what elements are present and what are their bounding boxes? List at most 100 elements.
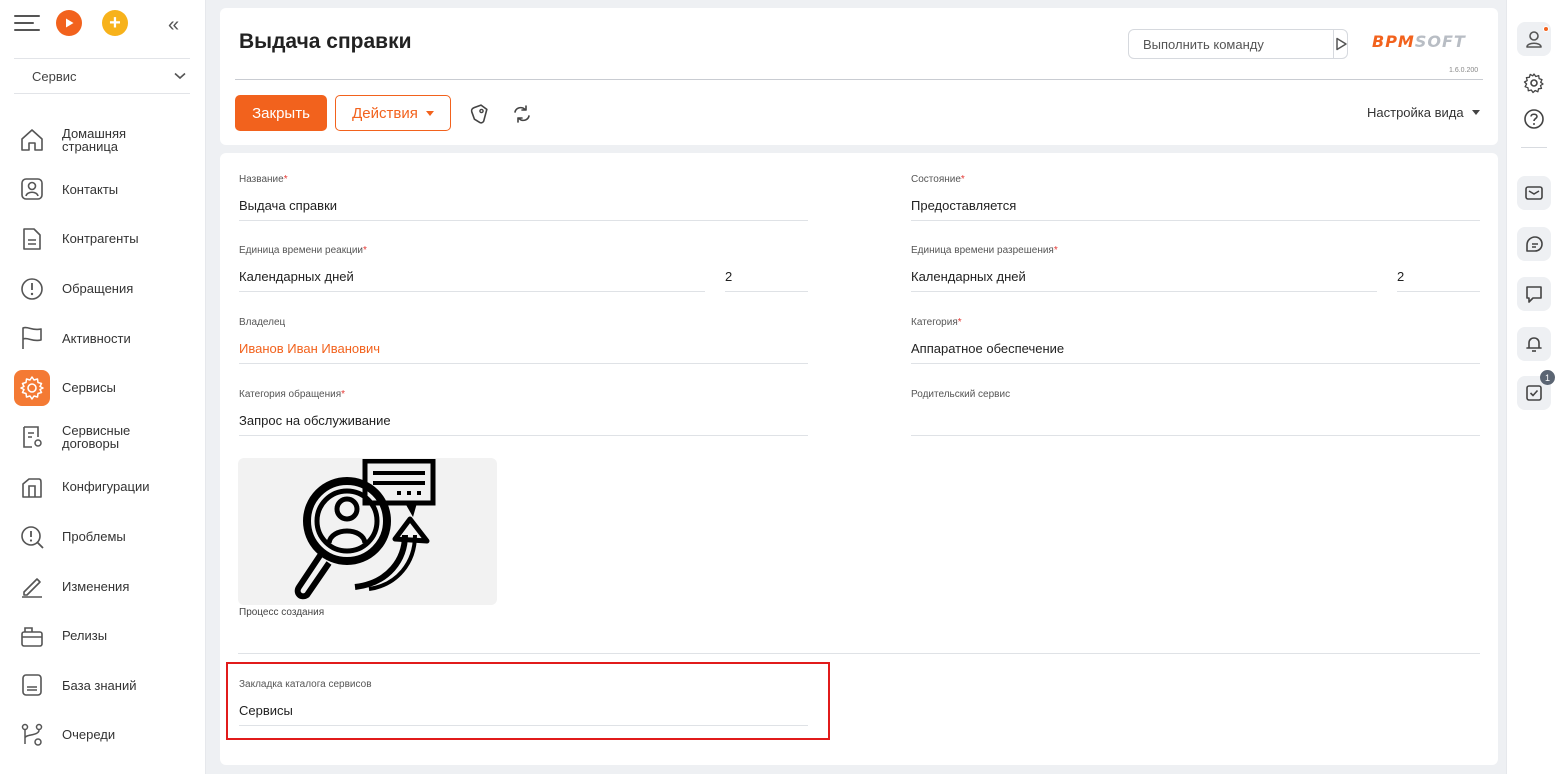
profile-button[interactable] xyxy=(1517,22,1551,56)
actions-button[interactable]: Действия xyxy=(335,95,451,131)
feed-button[interactable] xyxy=(1517,277,1551,311)
name-field: Название* Выдача справки xyxy=(239,174,808,221)
parent-service-field: Родительский сервис xyxy=(911,389,1480,436)
service-image[interactable] xyxy=(238,458,497,605)
sidebar-item-knowledge-base[interactable]: База знаний xyxy=(14,661,200,711)
resolution-unit-input[interactable]: Календарных дней xyxy=(911,262,1377,292)
sidebar-nav: Домашняя страница Контакты Контрагенты О… xyxy=(14,115,200,760)
sidebar-item-accounts[interactable]: Контрагенты xyxy=(14,214,200,264)
field-label: Закладка каталога сервисов xyxy=(239,679,372,690)
refresh-icon[interactable] xyxy=(511,103,533,125)
tasks-button[interactable]: 1 xyxy=(1517,370,1555,410)
sidebar-item-label: Очереди xyxy=(62,727,116,743)
sidebar-item-label: Обращения xyxy=(62,281,134,297)
sidebar-item-label: Конфигурации xyxy=(62,479,150,495)
sidebar-item-label: Сервисы xyxy=(62,380,116,396)
name-input[interactable]: Выдача справки xyxy=(239,191,808,221)
tasks-count-badge: 1 xyxy=(1540,370,1555,385)
command-input[interactable] xyxy=(1129,30,1333,58)
catalog-tab-field: Закладка каталога сервисов Сервисы xyxy=(239,679,808,726)
caret-down-icon xyxy=(425,110,434,116)
settings-button[interactable] xyxy=(1517,66,1551,100)
flag-icon xyxy=(14,320,50,356)
sidebar-item-service-contracts[interactable]: Сервисные договоры xyxy=(14,413,200,463)
exclamation-icon xyxy=(14,271,50,307)
bpmsoft-logo: BPM SOFT xyxy=(1372,32,1466,51)
bell-icon xyxy=(1526,337,1542,352)
sidebar-item-contacts[interactable]: Контакты xyxy=(14,165,200,215)
header-divider xyxy=(235,79,1483,80)
help-button[interactable] xyxy=(1517,102,1551,136)
field-label: Владелец xyxy=(239,317,286,328)
workspace-select[interactable]: Сервис xyxy=(14,58,190,94)
menu-icon[interactable] xyxy=(14,12,40,34)
problem-icon xyxy=(14,519,50,555)
category-field: Категория* Аппаратное обеспечение xyxy=(911,317,1480,364)
category-input[interactable]: Аппаратное обеспечение xyxy=(911,334,1480,364)
sidebar-item-problems[interactable]: Проблемы xyxy=(14,512,200,562)
close-button[interactable]: Закрыть xyxy=(235,95,327,131)
reaction-unit-input[interactable]: Календарных дней xyxy=(239,262,705,292)
sidebar-item-label: База знаний xyxy=(62,677,137,693)
gear-icon xyxy=(14,369,50,406)
case-category-field: Категория обращения* Запрос на обслужива… xyxy=(239,389,808,436)
chat-bubbles-icon xyxy=(1526,236,1543,252)
owner-link[interactable]: Иванов Иван Иванович xyxy=(239,334,808,364)
search-person-icon xyxy=(294,459,435,600)
sidebar-item-label: Активности xyxy=(62,330,131,346)
process-play-icon[interactable] xyxy=(56,10,82,36)
record-form: Название* Выдача справки Единица времени… xyxy=(220,153,1498,765)
sidebar-item-releases[interactable]: Релизы xyxy=(14,611,200,661)
add-plus-icon[interactable]: + xyxy=(102,10,128,36)
user-icon xyxy=(1526,31,1542,48)
contact-icon xyxy=(14,171,50,207)
sidebar-item-label: Изменения xyxy=(62,578,130,594)
book-icon xyxy=(14,667,50,703)
command-line xyxy=(1128,29,1348,59)
field-label: Родительский сервис xyxy=(911,389,1011,400)
resolution-amount-input[interactable]: 2 xyxy=(1397,262,1480,292)
field-label: Категория* xyxy=(911,317,962,328)
creation-process-label: Процесс создания xyxy=(239,607,325,618)
view-settings-button[interactable]: Настройка вида xyxy=(1367,105,1480,120)
sidebar-item-home[interactable]: Домашняя страница xyxy=(14,115,200,165)
sidebar-item-activities[interactable]: Активности xyxy=(14,313,200,363)
toolbar-divider xyxy=(1521,147,1547,148)
notification-dot xyxy=(1543,26,1549,32)
contract-icon xyxy=(14,419,50,455)
creation-process-divider xyxy=(238,653,1480,654)
sidebar-item-label: Сервисные договоры xyxy=(62,423,131,452)
document-icon xyxy=(14,221,50,257)
run-command-icon[interactable] xyxy=(1333,30,1348,58)
sidebar-item-queues[interactable]: Очереди xyxy=(14,710,200,760)
state-field: Состояние* Предоставляется xyxy=(911,174,1480,221)
sidebar-item-changes[interactable]: Изменения xyxy=(14,561,200,611)
state-input[interactable]: Предоставляется xyxy=(911,191,1480,221)
sidebar-item-configurations[interactable]: Конфигурации xyxy=(14,462,200,512)
field-label: Состояние* xyxy=(911,174,965,185)
left-sidebar: + « Сервис Домашняя страница Контакты Ко… xyxy=(0,0,206,774)
resolution-unit-field: Единица времени разрешения* Календарных … xyxy=(911,245,1480,292)
catalog-tab-input[interactable]: Сервисы xyxy=(239,696,808,726)
sidebar-item-label: Проблемы xyxy=(62,529,126,545)
reaction-amount-input[interactable]: 2 xyxy=(725,262,808,292)
workspace-label: Сервис xyxy=(32,68,77,84)
checkbox-icon xyxy=(1526,385,1542,401)
notifications-button[interactable] xyxy=(1517,327,1551,361)
tag-icon[interactable] xyxy=(469,103,491,125)
chat-button[interactable] xyxy=(1517,227,1551,261)
gear-icon xyxy=(1523,73,1544,94)
version-label: 1.6.0.200 xyxy=(1449,67,1479,74)
collapse-sidebar-icon[interactable]: « xyxy=(168,14,179,37)
sidebar-top: + xyxy=(14,10,148,36)
help-icon xyxy=(1524,109,1544,129)
home-icon xyxy=(14,122,50,158)
message-icon xyxy=(1526,286,1542,303)
sidebar-item-services[interactable]: Сервисы xyxy=(14,363,200,413)
sidebar-item-cases[interactable]: Обращения xyxy=(14,264,200,314)
record-header: Выдача справки BPMSOFT 1.6.0.200 Закрыть… xyxy=(220,8,1498,145)
field-label: Название* xyxy=(239,174,288,185)
email-button[interactable] xyxy=(1517,176,1551,210)
parent-service-input[interactable] xyxy=(911,406,1480,436)
case-category-input[interactable]: Запрос на обслуживание xyxy=(239,406,808,436)
